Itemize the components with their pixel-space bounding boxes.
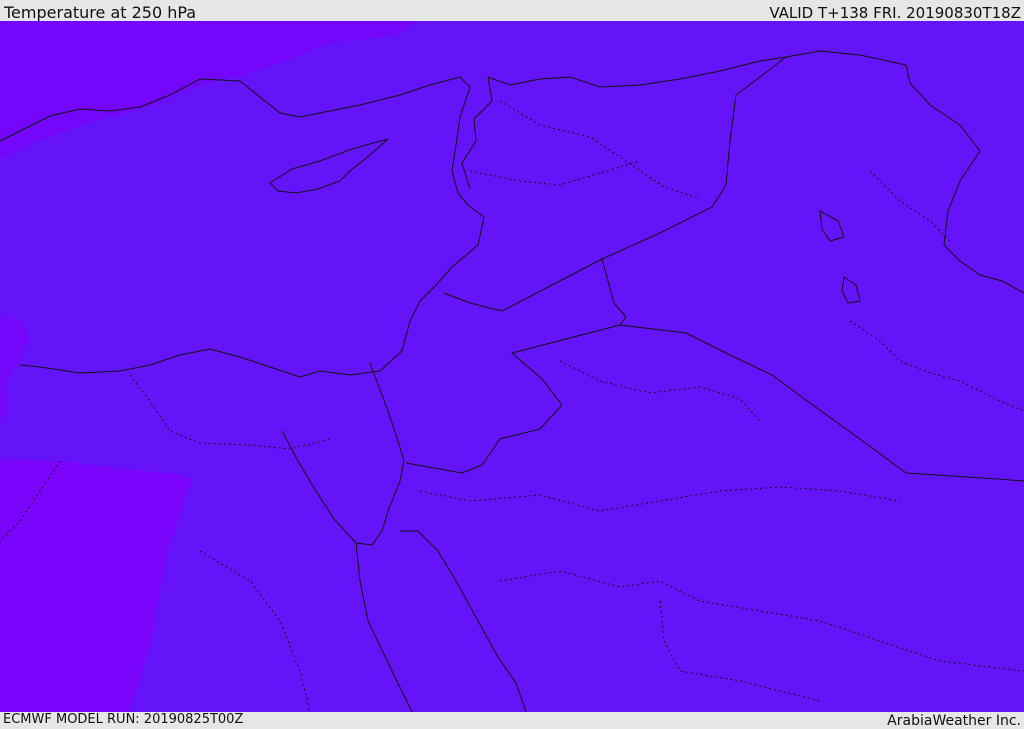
weather-map-page: Temperature at 250 hPa VALID T+138 FRI. …: [0, 0, 1024, 729]
temperature-map[interactable]: [0, 21, 1024, 712]
map-title: Temperature at 250 hPa: [4, 3, 197, 22]
model-run: ECMWF MODEL RUN: 20190825T00Z: [3, 712, 244, 727]
credit-text: ArabiaWeather Inc.: [887, 713, 1021, 729]
footer-bar: ECMWF MODEL RUN: 20190825T00Z ArabiaWeat…: [0, 712, 1024, 729]
header-bar: Temperature at 250 hPa VALID T+138 FRI. …: [0, 0, 1024, 22]
valid-time: VALID T+138 FRI. 20190830T18Z: [769, 4, 1021, 22]
